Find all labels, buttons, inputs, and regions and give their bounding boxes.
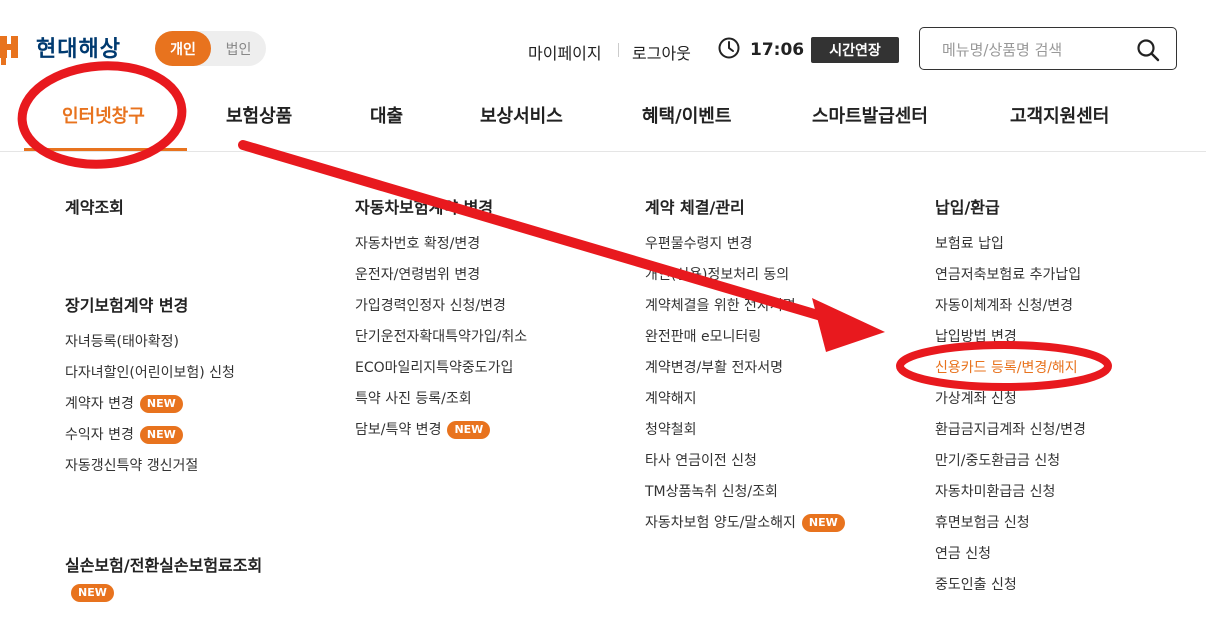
- menu-link[interactable]: 계약변경/부활 전자서명: [645, 358, 845, 389]
- menu-link[interactable]: 만기/중도환급금 신청: [935, 451, 1086, 482]
- menu-link[interactable]: 단기운전자확대특약가입/취소: [355, 327, 527, 358]
- session-timer: 17:06: [750, 40, 805, 60]
- menu-link[interactable]: 자동차미환급금 신청: [935, 482, 1086, 513]
- menu-category[interactable]: 계약조회: [65, 194, 124, 218]
- new-badge: NEW: [139, 395, 183, 413]
- credit-card-menu-link[interactable]: 신용카드 등록/변경/해지: [935, 358, 1086, 389]
- gnb-loan[interactable]: 대출: [370, 102, 403, 128]
- search-input[interactable]: [940, 38, 1134, 62]
- menu-link[interactable]: 자동차보험 양도/말소해지 NEW: [645, 513, 845, 544]
- menu-link[interactable]: 계약해지: [645, 389, 845, 420]
- menu-link[interactable]: 계약자 변경 NEW: [65, 394, 235, 425]
- menu-category[interactable]: 실손보험/전환실손보험료조회: [65, 552, 262, 576]
- logo-mark-icon: [0, 34, 26, 60]
- menu-link[interactable]: 중도인출 신청: [935, 575, 1086, 606]
- menu-link[interactable]: 청약철회: [645, 420, 845, 451]
- menu-link[interactable]: 자동갱신특약 갱신거절: [65, 456, 235, 487]
- personal-tab[interactable]: 개인: [155, 31, 211, 66]
- gnb-benefits-events[interactable]: 혜택/이벤트: [642, 102, 731, 128]
- gnb-smart-issuance[interactable]: 스마트발급센터: [812, 102, 928, 128]
- menu-link[interactable]: 휴면보험금 신청: [935, 513, 1086, 544]
- util-divider: [618, 43, 619, 57]
- menu-col-1: 계약조회: [65, 194, 124, 218]
- menu-link[interactable]: 담보/특약 변경 NEW: [355, 420, 527, 451]
- company-logo[interactable]: 현대해상: [0, 31, 121, 63]
- menu-link[interactable]: 연금저축보험료 추가납입: [935, 265, 1086, 296]
- gnb-customer-support[interactable]: 고객지원센터: [1010, 102, 1109, 128]
- menu-col-1b: 장기보험계약 변경 자녀등록(태아확정) 다자녀할인(어린이보험) 신청 계약자…: [65, 292, 235, 487]
- gnb-insurance-products[interactable]: 보험상품: [226, 102, 292, 128]
- menu-col-4: 납입/환급 보험료 납입 연금저축보험료 추가납입 자동이체계좌 신청/변경 납…: [935, 194, 1086, 606]
- new-badge: NEW: [139, 426, 183, 444]
- menu-link[interactable]: ECO마일리지특약중도가입: [355, 358, 527, 389]
- menu-col-2: 자동차보험계약 변경 자동차번호 확정/변경 운전자/연령범위 변경 가입경력인…: [355, 194, 527, 451]
- menu-link[interactable]: 개인(신용)정보처리 동의: [645, 265, 845, 296]
- menu-link[interactable]: 보험료 납입: [935, 234, 1086, 265]
- menu-link[interactable]: 자녀등록(태아확정): [65, 332, 235, 363]
- menu-link[interactable]: 수익자 변경 NEW: [65, 425, 235, 456]
- gnb-internet-window[interactable]: 인터넷창구: [62, 102, 145, 128]
- menu-link[interactable]: 자동이체계좌 신청/변경: [935, 296, 1086, 327]
- gnb-divider: [0, 151, 1206, 152]
- search-box: [919, 27, 1177, 70]
- clock-icon: [718, 37, 740, 59]
- corporate-tab[interactable]: 법인: [211, 39, 266, 59]
- menu-link[interactable]: 가입경력인정자 신청/변경: [355, 296, 527, 327]
- menu-link[interactable]: 가상계좌 신청: [935, 389, 1086, 420]
- menu-link[interactable]: 타사 연금이전 신청: [645, 451, 845, 482]
- customer-type-toggle[interactable]: 개인 법인: [155, 31, 266, 66]
- logo-text: 현대해상: [36, 37, 121, 62]
- gnb-claim-service[interactable]: 보상서비스: [480, 102, 563, 128]
- menu-category[interactable]: 계약 체결/관리: [645, 194, 845, 218]
- menu-link[interactable]: 특약 사진 등록/조회: [355, 389, 527, 420]
- menu-category[interactable]: 자동차보험계약 변경: [355, 194, 527, 218]
- menu-link[interactable]: 다자녀할인(어린이보험) 신청: [65, 363, 235, 394]
- search-icon[interactable]: [1136, 38, 1160, 62]
- menu-link[interactable]: 납입방법 변경: [935, 327, 1086, 358]
- new-badge: NEW: [801, 514, 845, 532]
- menu-link[interactable]: 계약체결을 위한 전자서명: [645, 296, 845, 327]
- menu-link[interactable]: 완전판매 e모니터링: [645, 327, 845, 358]
- menu-link[interactable]: 우편물수령지 변경: [645, 234, 845, 265]
- menu-category[interactable]: 납입/환급: [935, 194, 1086, 218]
- menu-col-1c: 실손보험/전환실손보험료조회 NEW: [65, 552, 262, 602]
- menu-link[interactable]: 운전자/연령범위 변경: [355, 265, 527, 296]
- menu-link[interactable]: 환급금지급계좌 신청/변경: [935, 420, 1086, 451]
- mypage-link[interactable]: 마이페이지: [528, 40, 602, 64]
- menu-category[interactable]: 장기보험계약 변경: [65, 292, 235, 316]
- new-badge: NEW: [447, 421, 491, 439]
- new-badge: NEW: [71, 584, 114, 602]
- menu-link[interactable]: 연금 신청: [935, 544, 1086, 575]
- menu-link[interactable]: TM상품녹취 신청/조회: [645, 482, 845, 513]
- logout-link[interactable]: 로그아웃: [632, 40, 691, 64]
- extend-session-button[interactable]: 시간연장: [811, 37, 899, 63]
- menu-link[interactable]: 자동차번호 확정/변경: [355, 234, 527, 265]
- menu-col-3: 계약 체결/관리 우편물수령지 변경 개인(신용)정보처리 동의 계약체결을 위…: [645, 194, 845, 544]
